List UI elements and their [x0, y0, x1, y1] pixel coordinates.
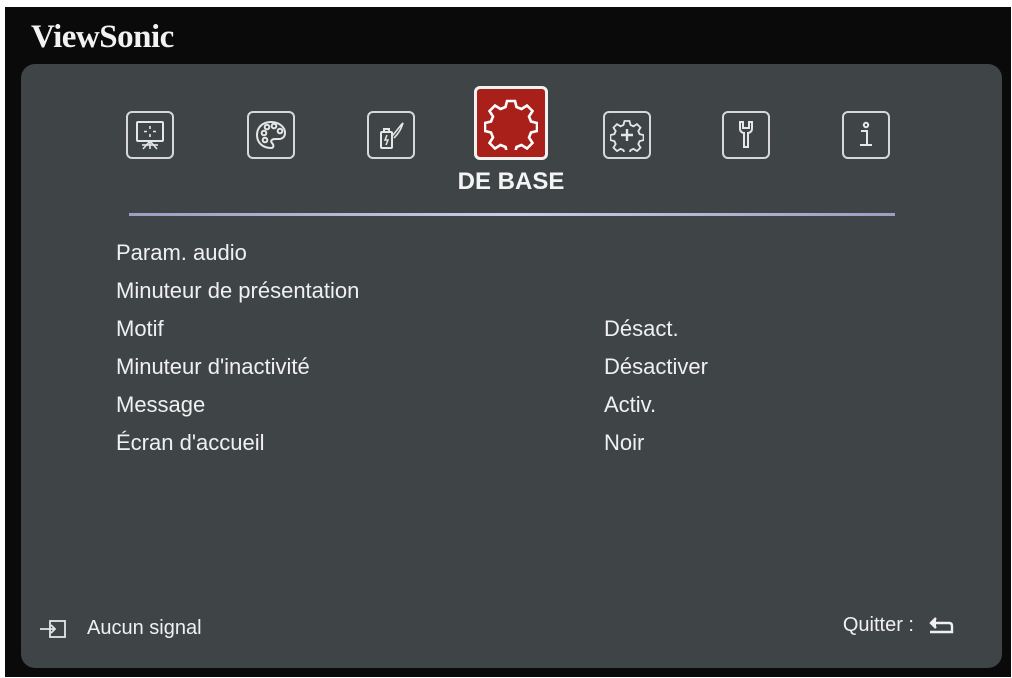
menu-item-label: Minuteur d'inactivité — [116, 354, 310, 379]
tab-information[interactable] — [842, 111, 890, 159]
brand-logo: ViewSonic — [31, 19, 174, 55]
settings-menu: Param. audio Minuteur de présentation Mo… — [116, 240, 816, 468]
menu-row-message[interactable]: Message Activ. — [116, 392, 816, 430]
header-divider — [129, 213, 895, 216]
menu-item-label: Message — [116, 392, 206, 417]
info-icon — [860, 121, 872, 146]
tab-image[interactable] — [247, 111, 295, 159]
quit-hint[interactable]: Quitter : — [843, 614, 956, 637]
menu-row-audio-settings[interactable]: Param. audio — [116, 240, 816, 278]
active-tab-label: DE BASE — [457, 168, 565, 195]
signal-status: Aucun signal — [39, 617, 202, 640]
menu-item-value: Désact. — [604, 316, 679, 341]
signal-text: Aucun signal — [87, 617, 202, 639]
menu-item-label: Motif — [116, 316, 164, 341]
menu-item-label: Écran d'accueil — [116, 430, 265, 455]
menu-item-value: Noir — [604, 430, 645, 455]
palette-icon — [255, 120, 287, 150]
tab-power[interactable] — [367, 111, 415, 159]
menu-item-value: Activ. — [604, 392, 657, 417]
menu-item-value: Désactiver — [604, 354, 708, 379]
osd-panel: DE BASE Param. audio Minuteur de présent… — [21, 64, 1002, 668]
menu-item-label: Param. audio — [116, 240, 247, 265]
osd-frame: ViewSonic DE BASE Param. audio Minuteur … — [5, 7, 1011, 677]
input-source-icon — [40, 619, 66, 638]
tab-system[interactable] — [722, 111, 770, 159]
gear-icon — [484, 99, 538, 150]
menu-item-label: Minuteur de présentation — [116, 278, 360, 303]
menu-tabs: DE BASE — [21, 64, 1002, 204]
tab-basic[interactable] — [474, 86, 548, 160]
advanced-gear-icon — [610, 120, 644, 152]
wrench-icon — [739, 121, 753, 148]
return-arrow-icon — [929, 616, 954, 633]
menu-row-sleep-timer[interactable]: Minuteur d'inactivité Désactiver — [116, 354, 816, 392]
menu-row-presentation-timer[interactable]: Minuteur de présentation — [116, 278, 816, 316]
menu-row-pattern[interactable]: Motif Désact. — [116, 316, 816, 354]
screen-icon — [136, 121, 164, 150]
menu-row-splash-screen[interactable]: Écran d'accueil Noir — [116, 430, 816, 468]
tab-advanced[interactable] — [603, 111, 651, 159]
tab-display[interactable] — [126, 111, 174, 159]
quit-label: Quitter : — [842, 614, 914, 636]
power-battery-icon — [380, 122, 404, 149]
